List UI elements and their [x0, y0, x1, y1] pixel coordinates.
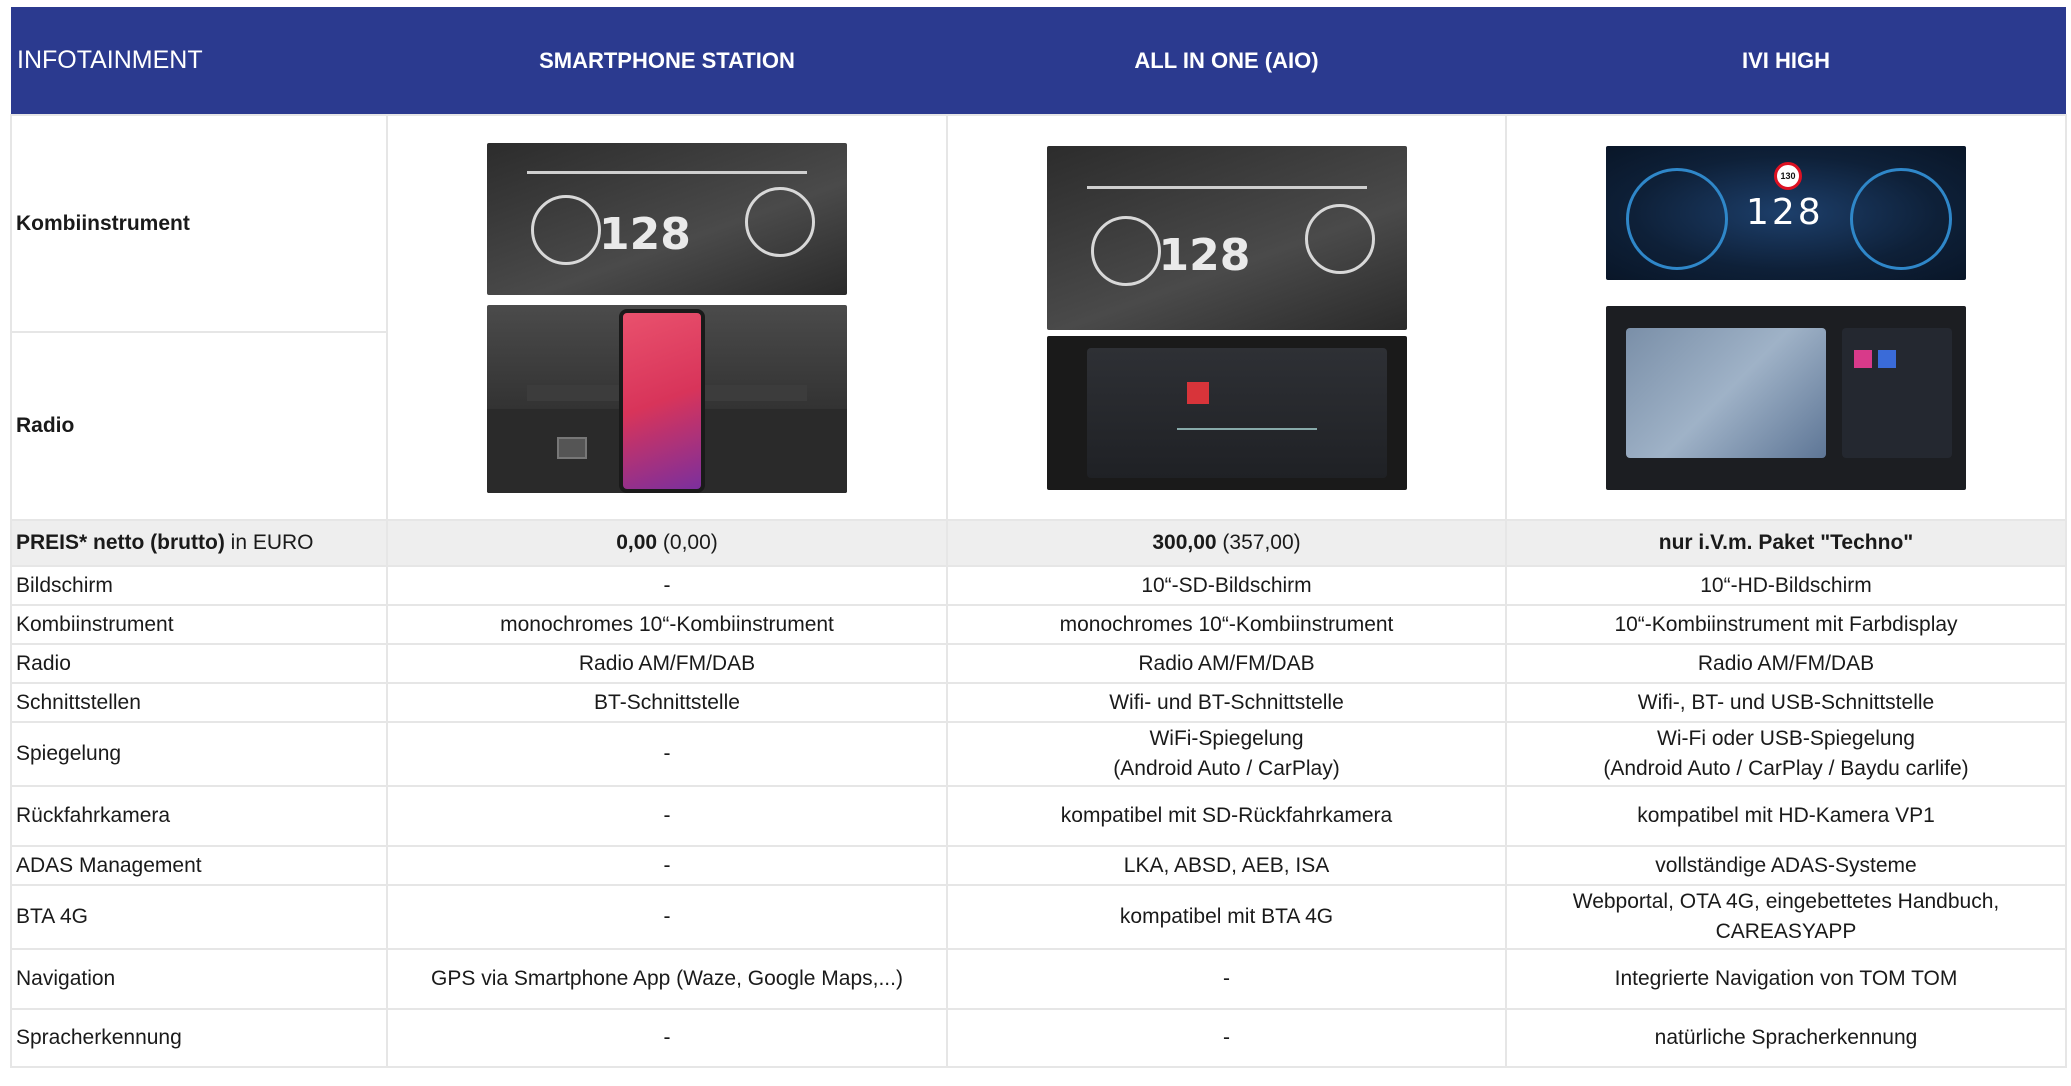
cell-ivi-high: 10“-Kombiinstrument mit Farbdisplay [1505, 604, 2067, 645]
row-label: Spracherkennung [10, 1008, 388, 1068]
header-all-in-one: ALL IN ONE (AIO) [947, 7, 1506, 115]
cell-smartphone-station: GPS via Smartphone App (Waze, Google Map… [386, 948, 948, 1010]
cell-smartphone-station: - [386, 721, 948, 787]
cell-ivi-high: natürliche Spracherkennung [1505, 1008, 2067, 1068]
radio-row-label: Radio [10, 331, 388, 521]
cell-ivi-high: Integrierte Navigation von TOM TOM [1505, 948, 2067, 1010]
cell-smartphone-station: - [386, 845, 948, 886]
cell-aio: 10“-SD-Bildschirm [946, 565, 1507, 606]
cell-ivi-high: Wi-Fi oder USB-Spiegelung (Android Auto /… [1505, 721, 2067, 787]
aio-images: 128 [946, 114, 1507, 521]
cell-aio: - [946, 1008, 1507, 1068]
table-row: Bildschirm - 10“-SD-Bildschirm 10“-HD-Bi… [10, 565, 2067, 606]
price-row: PREIS* netto (brutto) in EURO 0,00 (0,00… [10, 519, 2067, 567]
mono-cluster-image: 128 [1046, 145, 1407, 330]
cell-smartphone-station: - [386, 1008, 948, 1068]
mono-cluster-image: 128 [487, 142, 847, 295]
row-label: ADAS Management [10, 845, 388, 886]
table-row: ADAS Management - LKA, ABSD, AEB, ISA vo… [10, 845, 2067, 886]
cell-smartphone-station: BT-Schnittstelle [386, 682, 948, 723]
cell-smartphone-station: - [386, 565, 948, 606]
kombi-image-row: Kombiinstrument 128 128 128 130 [10, 114, 2067, 521]
row-label: Spiegelung [10, 721, 388, 787]
table-row: BTA 4G - kompatibel mit BTA 4G Webportal… [10, 884, 2067, 950]
table-row: Navigation GPS via Smartphone App (Waze,… [10, 948, 2067, 1010]
smartphone-station-images: 128 [386, 114, 948, 521]
cell-aio: kompatibel mit SD-Rückfahrkamera [946, 785, 1507, 847]
infotainment-table: INFOTAINMENT SMARTPHONE STATION ALL IN O… [10, 7, 2067, 1068]
cell-ivi-high: kompatibel mit HD-Kamera VP1 [1505, 785, 2067, 847]
smartphone-holder-image [487, 304, 847, 493]
row-label: Bildschirm [10, 565, 388, 606]
cell-aio: Wifi- und BT-Schnittstelle [946, 682, 1507, 723]
table-row: Spiegelung - WiFi-Spiegelung (Android Aut… [10, 721, 2067, 787]
price-label: PREIS* netto (brutto) in EURO [10, 519, 388, 567]
cell-aio: LKA, ABSD, AEB, ISA [946, 845, 1507, 886]
cell-aio: WiFi-Spiegelung (Android Auto / CarPlay) [946, 721, 1507, 787]
price-ivi-high: nur i.V.m. Paket "Techno" [1505, 519, 2067, 567]
row-label: Schnittstellen [10, 682, 388, 723]
cell-ivi-high: 10“-HD-Bildschirm [1505, 565, 2067, 606]
aio-radio-screen-image [1046, 335, 1407, 490]
color-cluster-image: 128 130 [1606, 145, 1966, 280]
header-smartphone-station: SMARTPHONE STATION [387, 7, 947, 115]
header-row: INFOTAINMENT SMARTPHONE STATION ALL IN O… [11, 7, 2066, 115]
cell-smartphone-station: Radio AM/FM/DAB [386, 643, 948, 684]
cell-ivi-high: Wifi-, BT- und USB-Schnittstelle [1505, 682, 2067, 723]
cell-smartphone-station: monochromes 10“-Kombiinstrument [386, 604, 948, 645]
price-aio: 300,00 (357,00) [946, 519, 1507, 567]
cell-aio: Radio AM/FM/DAB [946, 643, 1507, 684]
ivi-navigation-screen-image [1606, 305, 1966, 490]
cell-ivi-high: Webportal, OTA 4G, eingebettetes Handbuc… [1505, 884, 2067, 950]
cell-smartphone-station: - [386, 884, 948, 950]
header-ivi-high: IVI HIGH [1506, 7, 2066, 115]
cell-aio: kompatibel mit BTA 4G [946, 884, 1507, 950]
row-label: BTA 4G [10, 884, 388, 950]
row-label: Navigation [10, 948, 388, 1010]
table-row: Schnittstellen BT-Schnittstelle Wifi- un… [10, 682, 2067, 723]
row-label: Kombiinstrument [10, 604, 388, 645]
header-infotainment: INFOTAINMENT [11, 7, 387, 115]
cell-ivi-high: vollständige ADAS-Systeme [1505, 845, 2067, 886]
cell-aio: - [946, 948, 1507, 1010]
row-label: Radio [10, 643, 388, 684]
ivi-high-images: 128 130 [1505, 114, 2067, 521]
cell-smartphone-station: - [386, 785, 948, 847]
table-row: Spracherkennung - - natürliche Spracherk… [10, 1008, 2067, 1068]
price-smartphone-station: 0,00 (0,00) [386, 519, 948, 567]
table-row: Kombiinstrument monochromes 10“-Kombiins… [10, 604, 2067, 645]
table-row: Rückfahrkamera - kompatibel mit SD-Rückf… [10, 785, 2067, 847]
cell-ivi-high: Radio AM/FM/DAB [1505, 643, 2067, 684]
table-row: Radio Radio AM/FM/DAB Radio AM/FM/DAB Ra… [10, 643, 2067, 684]
row-label: Rückfahrkamera [10, 785, 388, 847]
cell-aio: monochromes 10“-Kombiinstrument [946, 604, 1507, 645]
kombi-row-label: Kombiinstrument [10, 114, 388, 333]
